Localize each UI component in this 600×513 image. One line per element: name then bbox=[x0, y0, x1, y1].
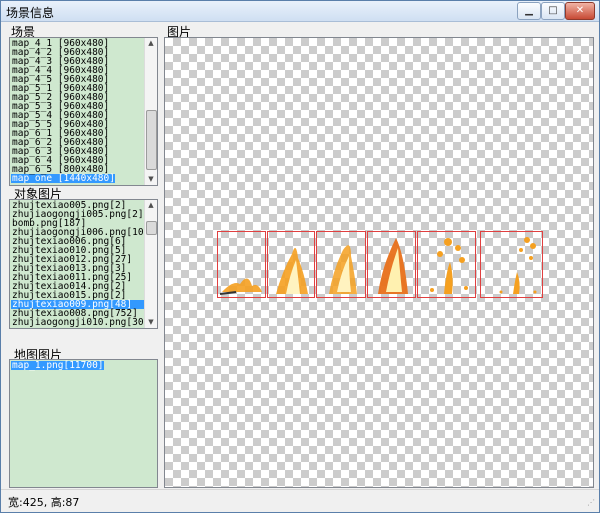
flame-sprite-icon bbox=[219, 278, 262, 295]
flame-sprite-icon bbox=[378, 238, 408, 294]
map-images-list[interactable]: map_1.png[11700] bbox=[9, 359, 158, 488]
sprite-frame-4 bbox=[367, 231, 416, 298]
minimize-button[interactable]: ▁ bbox=[517, 2, 541, 20]
scroll-thumb[interactable] bbox=[146, 110, 157, 170]
sprite-frame-3 bbox=[316, 231, 366, 298]
flame-sprite-icon bbox=[430, 238, 468, 294]
scene-list-item[interactable]: map_one [1440x480] bbox=[11, 174, 115, 183]
sprite-frame-2 bbox=[267, 231, 315, 298]
scroll-thumb[interactable] bbox=[146, 221, 157, 235]
scroll-up-arrow-icon[interactable]: ▲ bbox=[145, 200, 157, 211]
object-image-item[interactable]: zhujiaogongji010.png[30] bbox=[11, 318, 149, 328]
window-title: 场景信息 bbox=[6, 6, 55, 20]
scene-list-scrollbar[interactable]: ▲ ▼ bbox=[144, 38, 157, 185]
flame-sprite-icon bbox=[499, 237, 537, 294]
close-button[interactable]: ✕ bbox=[565, 2, 595, 20]
sprite-frame-5 bbox=[417, 231, 476, 298]
sprite-frame-1 bbox=[217, 231, 266, 298]
status-bar: 宽:425, 高:87 ⋰ bbox=[1, 489, 599, 512]
map-image-item[interactable]: map_1.png[11700] bbox=[11, 361, 104, 370]
scroll-up-arrow-icon[interactable]: ▲ bbox=[145, 38, 157, 49]
scene-info-window: 场景信息 ▁ □ ✕ 场景 map_4_1 [960x480] map_4_2 [… bbox=[0, 0, 600, 513]
flame-sprite-icon bbox=[329, 245, 357, 294]
sprite-frame-6 bbox=[480, 231, 543, 298]
scroll-down-arrow-icon[interactable]: ▼ bbox=[145, 317, 157, 328]
maximize-button[interactable]: □ bbox=[541, 2, 565, 20]
resize-grip-icon[interactable]: ⋰ bbox=[587, 499, 597, 510]
title-bar[interactable]: 场景信息 ▁ □ ✕ bbox=[1, 1, 599, 22]
scroll-down-arrow-icon[interactable]: ▼ bbox=[145, 174, 157, 185]
picture-preview-canvas[interactable] bbox=[164, 37, 594, 488]
flame-sprite-icon bbox=[276, 247, 308, 294]
image-size-status: 宽:425, 高:87 bbox=[8, 496, 80, 509]
object-images-list[interactable]: zhujtexiao005.png[2] zhujiaogongji005.png… bbox=[9, 199, 158, 329]
scene-list[interactable]: map_4_1 [960x480] map_4_2 [960x480] map_4_… bbox=[9, 37, 158, 186]
object-list-scrollbar[interactable]: ▲ ▼ bbox=[144, 200, 157, 328]
